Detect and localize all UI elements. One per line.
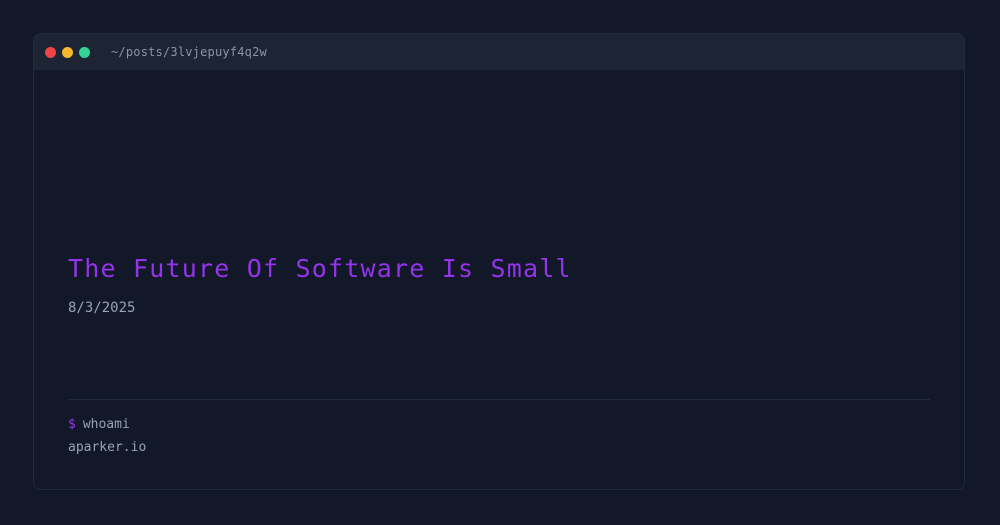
terminal-window: ~/posts/3lvjepuyf4q2w The Future Of Soft… [33,33,965,490]
footer-divider [68,399,930,400]
minimize-window-button[interactable] [62,46,73,58]
post-title: The Future Of Software Is Small [68,254,572,283]
post-date: 8/3/2025 [68,300,136,316]
post-content: The Future Of Software Is Small 8/3/2025… [34,70,964,489]
prompt-symbol: $ [68,417,76,432]
author-domain: aparker.io [68,440,147,455]
whoami-command-line: $ whoami [68,417,130,432]
window-titlebar: ~/posts/3lvjepuyf4q2w [34,34,964,70]
window-path: ~/posts/3lvjepuyf4q2w [111,45,267,59]
close-window-button[interactable] [45,46,56,58]
maximize-window-button[interactable] [79,46,90,58]
command-text: whoami [82,417,130,432]
